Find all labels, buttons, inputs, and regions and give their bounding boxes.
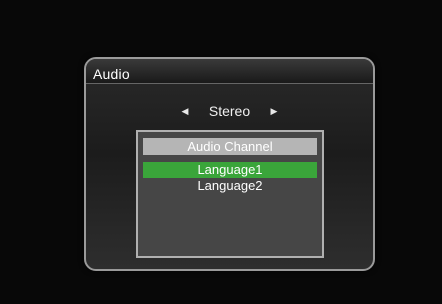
dialog-header: Audio bbox=[86, 59, 373, 84]
audio-channel-panel: Audio Channel Language1 Language2 bbox=[136, 130, 324, 258]
channel-item-language2[interactable]: Language2 bbox=[143, 178, 317, 194]
audio-dialog: Audio ◀ Stereo ▶ Audio Channel Language1… bbox=[84, 57, 375, 271]
audio-mode-value: Stereo bbox=[208, 103, 251, 120]
channel-item-language1[interactable]: Language1 bbox=[143, 162, 317, 178]
screen: Audio ◀ Stereo ▶ Audio Channel Language1… bbox=[0, 0, 442, 304]
audio-mode-selector[interactable]: ◀ Stereo ▶ bbox=[86, 101, 373, 119]
triangle-left-icon[interactable]: ◀ bbox=[175, 102, 195, 120]
audio-channel-header: Audio Channel bbox=[143, 138, 317, 155]
dialog-title: Audio bbox=[93, 66, 130, 82]
triangle-right-icon[interactable]: ▶ bbox=[264, 102, 284, 120]
audio-channel-list: Language1 Language2 bbox=[143, 162, 317, 194]
